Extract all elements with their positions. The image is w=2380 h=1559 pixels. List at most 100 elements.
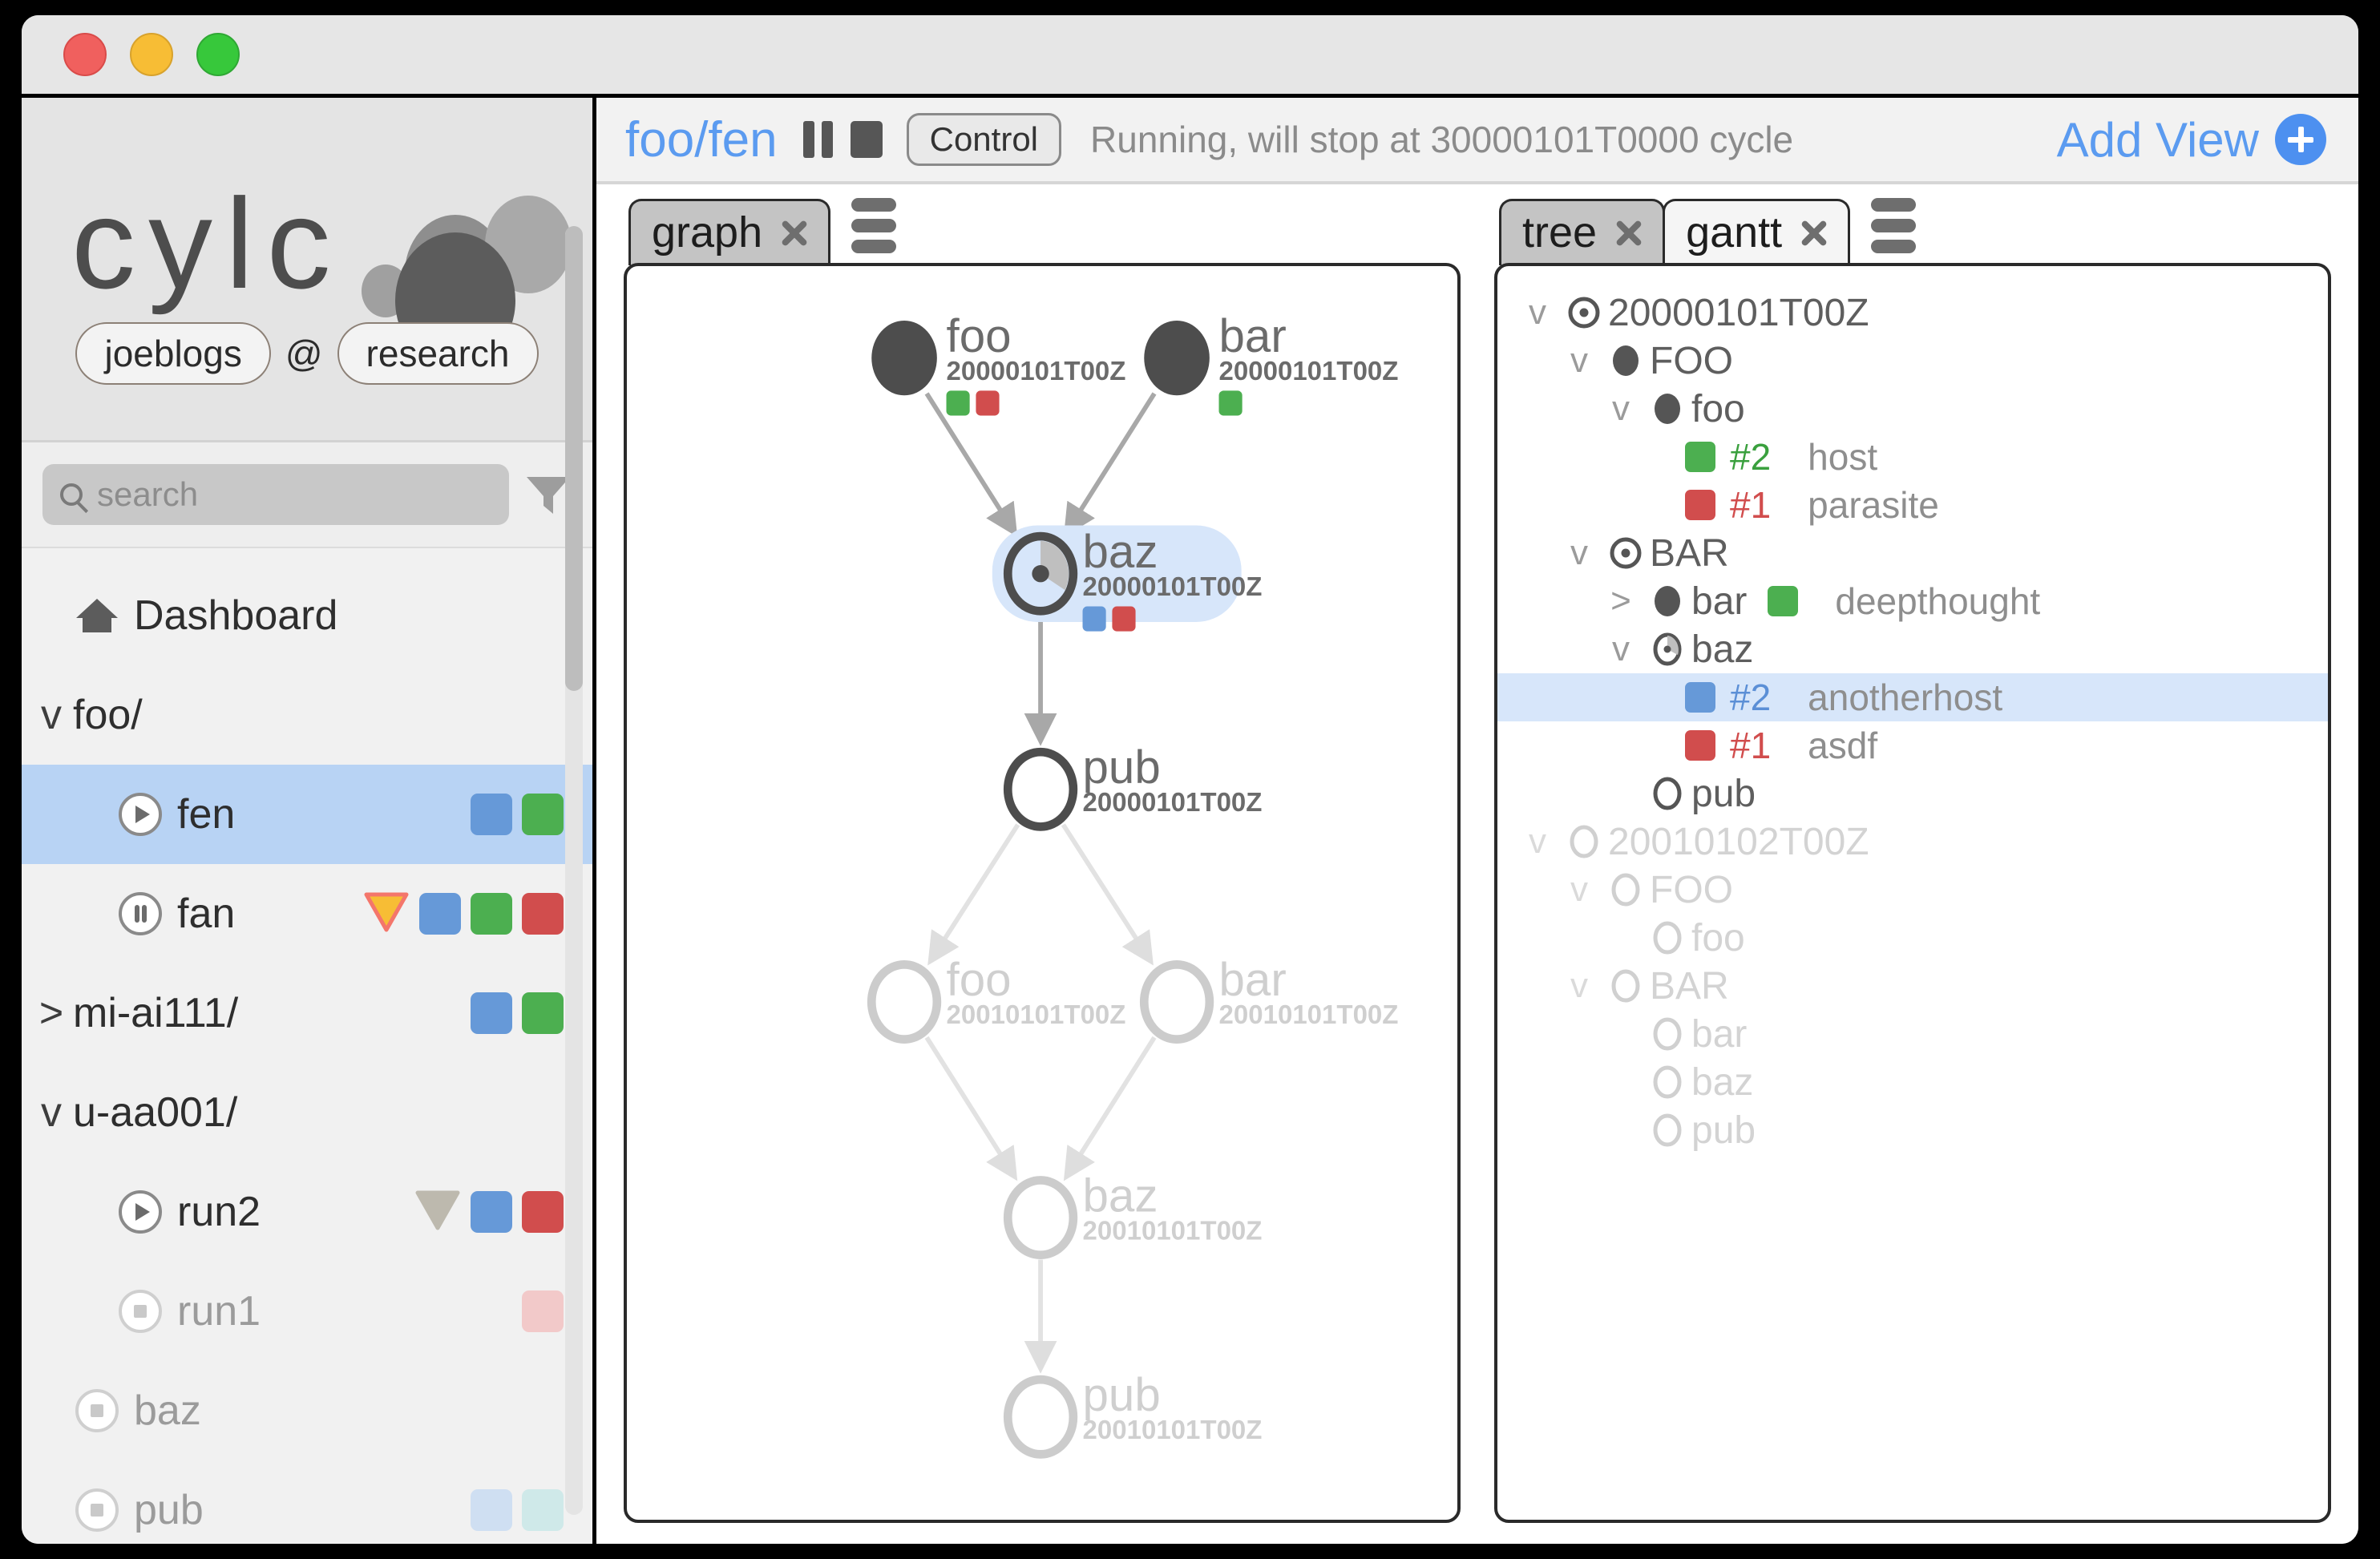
hamburger-icon[interactable]	[851, 198, 897, 253]
tree-row-baz-job2[interactable]: #2 anotherhost	[1497, 673, 2328, 721]
control-button[interactable]: Control	[906, 113, 1062, 166]
graph-node-pub-2001[interactable]: pub20010101T00Z	[1003, 1369, 1263, 1459]
sidebar-item-dashboard[interactable]: Dashboard	[22, 566, 592, 665]
pause-icon[interactable]	[802, 121, 833, 158]
sidebar-item-pub[interactable]: pub	[22, 1460, 592, 1544]
sidebar-item-u-aa001[interactable]: v u-aa001/	[22, 1063, 592, 1162]
tree-row-label: FOO	[1650, 339, 1733, 382]
job-host: parasite	[1808, 484, 1939, 526]
graph-node-baz-2000[interactable]: baz20000101T00Z	[992, 525, 1263, 632]
tree-row-BAR-2001[interactable]: v BAR	[1497, 962, 2328, 1010]
close-icon[interactable]	[1613, 216, 1645, 248]
tree-row-baz-2000[interactable]: v baz	[1497, 625, 2328, 673]
tree-row-baz-2001[interactable]: baz	[1497, 1058, 2328, 1106]
tree-row-cycle-2001[interactable]: v 20010102T00Z	[1497, 818, 2328, 866]
dependency-graph[interactable]: foo20000101T00Zbar20000101T00Z baz2000010…	[627, 266, 1457, 1520]
tree-row-bar-2001[interactable]: bar	[1497, 1010, 2328, 1058]
sidebar-item-run1[interactable]: run1	[22, 1262, 592, 1361]
maximize-window-button[interactable]	[196, 33, 240, 76]
chevron-down-icon[interactable]: v	[1557, 343, 1602, 378]
tree-row-pub-2000[interactable]: pub	[1497, 769, 2328, 818]
tree-row-foo-job1[interactable]: #1 parasite	[1497, 481, 2328, 529]
chevron-down-icon[interactable]: v	[1557, 535, 1602, 571]
tree-row-FOO-2001[interactable]: v FOO	[1497, 866, 2328, 914]
graph-node-pub-2000[interactable]: pub20000101T00Z	[1003, 741, 1262, 831]
chevron-down-icon[interactable]: v	[30, 1092, 73, 1133]
chevron-down-icon[interactable]: v	[1557, 968, 1602, 1004]
running-icon	[1643, 630, 1691, 668]
graph-node-label: baz	[1083, 526, 1158, 578]
sidebar-item-fan[interactable]: fan	[22, 864, 592, 963]
graph-node-bar-2000[interactable]: bar20000101T00Z	[1144, 310, 1398, 416]
tree-row-pub-2001[interactable]: pub	[1497, 1106, 2328, 1154]
close-icon[interactable]	[1798, 216, 1830, 248]
graph-edge	[924, 1036, 1018, 1181]
graph-node-label: foo	[947, 954, 1012, 1006]
search-placeholder: search	[97, 475, 199, 513]
tab-graph[interactable]: graph	[628, 199, 831, 265]
sidebar-item-label: mi-ai111/	[73, 990, 239, 1036]
graph-canvas[interactable]: foo 20000101T00Z bar 20000101T00Z baz 2000010…	[624, 263, 1461, 1523]
workflow-nav-list[interactable]: Dashboard v foo/fen fan > mi-ai111/v u-aa001/r…	[22, 548, 592, 1544]
tree-row-label: baz	[1691, 1060, 1754, 1104]
sidebar-item-mi-ai111[interactable]: > mi-ai111/	[22, 963, 592, 1063]
tree-row-foo-2000[interactable]: v foo	[1497, 385, 2328, 433]
status-badge-group	[471, 794, 564, 835]
ring-icon	[1602, 870, 1650, 909]
tree-row-BAR-2000[interactable]: v BAR	[1497, 529, 2328, 577]
graph-node-cycle: 20010101T00Z	[1083, 1415, 1263, 1444]
job-status-badge	[1768, 586, 1799, 616]
tree-row-baz-job1[interactable]: #1 asdf	[1497, 721, 2328, 769]
tree-row-FOO-2000[interactable]: v FOO	[1497, 337, 2328, 385]
cylc-logo: cylc	[22, 98, 592, 369]
status-badge	[522, 794, 564, 835]
chevron-down-icon[interactable]: v	[1515, 295, 1560, 330]
search-input[interactable]: search	[42, 464, 509, 525]
close-window-button[interactable]	[63, 33, 107, 76]
status-badge-group	[414, 1189, 564, 1235]
home-icon	[73, 596, 121, 636]
app-window: cylc joeblogs @ research search Dashboar…	[18, 11, 2362, 1548]
minimize-window-button[interactable]	[130, 33, 173, 76]
chevron-down-icon[interactable]: v	[30, 694, 73, 736]
chevron-down-icon[interactable]: v	[1557, 872, 1602, 907]
hamburger-icon[interactable]	[1871, 198, 1917, 253]
tree-view[interactable]: v 20000101T00Z v FOO v foo #2 host #1 parasite v BA…	[1494, 263, 2331, 1523]
sidebar-item-baz[interactable]: baz	[22, 1361, 592, 1460]
tab-gantt[interactable]: gantt	[1663, 199, 1851, 265]
filled-circle-icon	[1643, 582, 1691, 620]
sidebar-item-label: pub	[134, 1487, 204, 1533]
graph-node-bar-2001[interactable]: bar20010101T00Z	[1139, 954, 1398, 1044]
job-number: #1	[1730, 725, 1772, 766]
graph-job-badge	[1112, 606, 1136, 632]
tree-row-bar-2000[interactable]: > bar deepthought	[1497, 577, 2328, 625]
sidebar-scrollbar[interactable]	[565, 226, 583, 1515]
task-state-icon	[871, 321, 937, 396]
stop-icon[interactable]	[850, 121, 883, 158]
tab-tree[interactable]: tree	[1499, 199, 1666, 265]
chevron-down-icon[interactable]: v	[1598, 632, 1643, 667]
sidebar-item-run2[interactable]: run2	[22, 1162, 592, 1262]
tree-row-foo-job2[interactable]: #2 host	[1497, 433, 2328, 481]
sidebar-item-label: Dashboard	[134, 592, 338, 639]
tree-row-foo-2001[interactable]: foo	[1497, 914, 2328, 962]
chevron-down-icon[interactable]: v	[1598, 391, 1643, 426]
play-circle-icon	[116, 1189, 164, 1235]
sidebar-item-fen[interactable]: fen	[22, 765, 592, 864]
sidebar-scrollbar-thumb[interactable]	[565, 226, 583, 691]
chevron-down-icon[interactable]: v	[1515, 824, 1560, 859]
user-chip[interactable]: joeblogs	[75, 322, 271, 385]
add-view-button[interactable]: Add View	[2057, 112, 2326, 168]
graph-node-baz-2001[interactable]: baz20010101T00Z	[1003, 1169, 1262, 1260]
tree-row-cycle-2000[interactable]: v 20000101T00Z	[1497, 289, 2328, 337]
chevron-right-icon[interactable]: >	[1598, 584, 1643, 619]
at-separator: @	[285, 333, 323, 374]
graph-node-foo-2001[interactable]: foo20010101T00Z	[867, 954, 1125, 1044]
job-number: #2	[1730, 436, 1772, 478]
host-chip[interactable]: research	[337, 322, 539, 385]
sidebar-item-foo[interactable]: v foo/	[22, 665, 592, 765]
workflow-name[interactable]: foo/fen	[625, 111, 778, 168]
chevron-right-icon[interactable]: >	[30, 992, 73, 1034]
close-icon[interactable]	[778, 216, 810, 248]
graph-node-foo-2000[interactable]: foo20000101T00Z	[871, 310, 1125, 416]
